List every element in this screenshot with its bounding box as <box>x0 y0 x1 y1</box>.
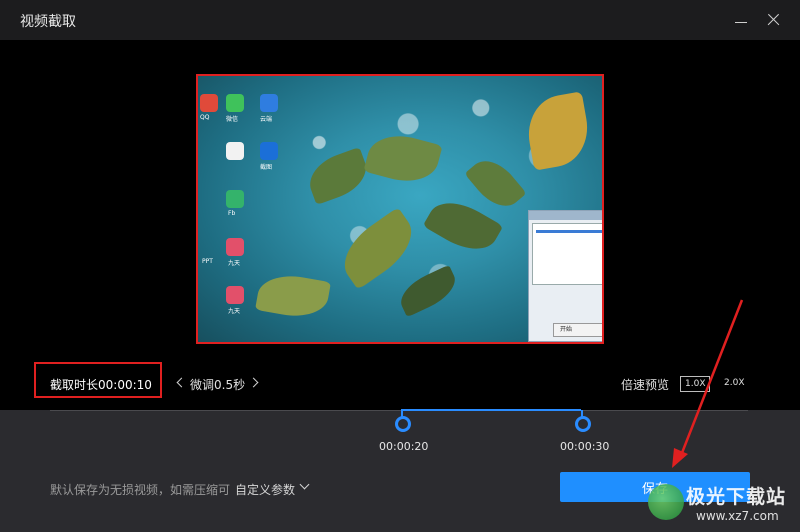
capture-duration: 截取时长00:00:10 <box>50 378 152 392</box>
fb-app-icon <box>226 190 244 208</box>
desktop-icons: QQ 微信 云端 PPT Fb 九天 九天 截图 <box>198 86 288 336</box>
title-bar: 视频截取 <box>0 0 800 40</box>
minimize-icon[interactable] <box>730 8 754 32</box>
speed-option-1x[interactable]: 1.0X <box>680 376 711 392</box>
fine-tune-label: 微调0.5秒 <box>190 378 246 392</box>
leaf-shape <box>332 207 424 290</box>
watermark-logo-icon <box>648 484 684 520</box>
speed-preview-label: 倍速预览 <box>621 378 670 392</box>
dialog-selected-row <box>536 230 602 233</box>
desktop-label: 九天 <box>228 260 241 267</box>
desktop-label: 九天 <box>228 308 241 315</box>
timeline-end-handle[interactable] <box>575 416 591 432</box>
leaf-shape <box>522 91 594 171</box>
window-title: 视频截取 <box>20 14 76 30</box>
save-note: 默认保存为无损视频，如需压缩可 <box>50 483 231 497</box>
video-preview[interactable]: QQ 微信 云端 PPT Fb 九天 九天 截图 开始 <box>196 74 604 344</box>
leaf-shape <box>363 127 443 190</box>
dialog-button-label: 开始 <box>560 326 573 333</box>
leaf-shape <box>464 151 527 216</box>
avatar-app-icon <box>226 238 244 256</box>
wechat-icon <box>226 94 244 112</box>
end-time-label: 00:00:30 <box>560 440 610 453</box>
start-time-label: 00:00:20 <box>379 440 429 453</box>
dialog-button: 开始 <box>553 323 602 337</box>
app-icon <box>260 142 278 160</box>
dialog-list <box>532 223 602 285</box>
avatar-app-icon <box>226 286 244 304</box>
desktop-label: 云端 <box>260 116 273 123</box>
leaf-shape <box>302 146 374 206</box>
timeline-track[interactable] <box>50 410 748 411</box>
watermark-name: 极光下载站 <box>686 486 787 508</box>
close-icon[interactable] <box>762 8 786 32</box>
desktop-label: 微信 <box>226 116 239 123</box>
dialog-titlebar <box>529 211 602 220</box>
custom-params-link[interactable]: 自定义参数 <box>235 481 295 498</box>
file-icon <box>226 142 244 160</box>
desktop-label: PPT <box>202 258 213 265</box>
desktop-label: Fb <box>228 210 236 217</box>
video-stage: QQ 微信 云端 PPT Fb 九天 九天 截图 开始 <box>0 40 800 410</box>
watermark-url: www.xz7.com <box>696 509 779 523</box>
desktop-label: QQ <box>200 114 210 121</box>
timeline-start-handle[interactable] <box>395 416 411 432</box>
preview-dialog-window: 开始 <box>528 210 602 342</box>
speed-option-2x[interactable]: 2.0X <box>720 376 748 390</box>
desktop-label: 截图 <box>260 164 273 171</box>
timeline-selection <box>401 409 581 411</box>
watermark: 极光下载站 www.xz7.com <box>648 478 798 532</box>
leaf-shape <box>394 264 462 318</box>
cloud-icon <box>260 94 278 112</box>
qq-icon <box>200 94 218 112</box>
